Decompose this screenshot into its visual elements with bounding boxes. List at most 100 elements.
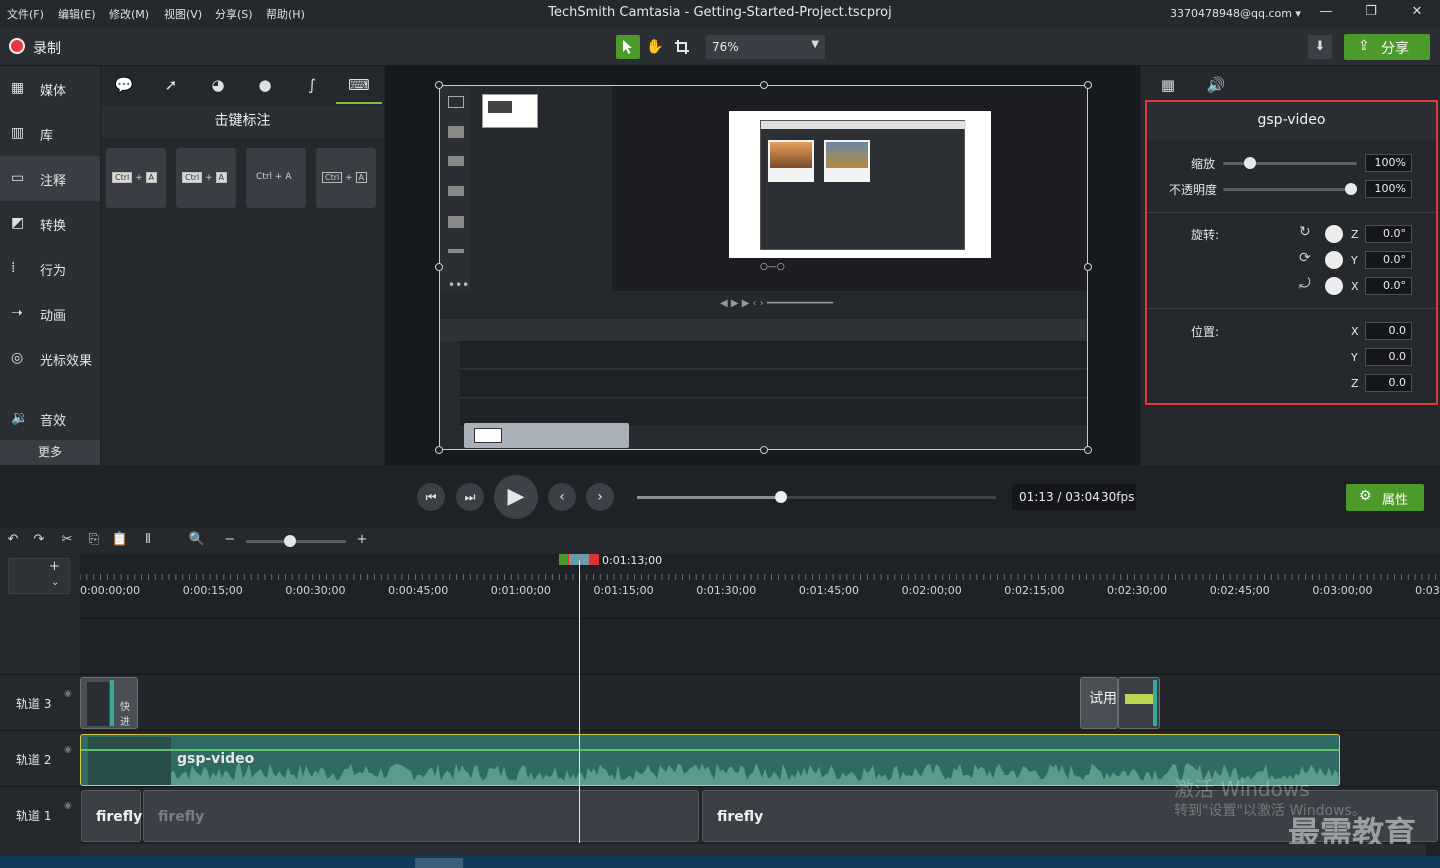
firefly-clip[interactable]: firefly	[81, 790, 142, 842]
tab-visual-properties[interactable]: ▦	[1145, 66, 1191, 104]
scale-input[interactable]: 100%	[1365, 154, 1412, 172]
menu-help[interactable]: 帮助(H)	[266, 6, 305, 22]
resize-handle[interactable]	[1084, 263, 1092, 271]
sidebar-item-animations[interactable]: ➝ 动画	[0, 291, 100, 336]
keystroke-tile[interactable]: Ctrl + A	[106, 148, 166, 208]
resize-handle[interactable]	[1084, 446, 1092, 454]
sidebar-item-cursor-effects[interactable]: ◎ 光标效果	[0, 336, 100, 381]
tab-sketch[interactable]: ∫	[289, 66, 335, 104]
rotation-y-dial[interactable]	[1325, 251, 1343, 269]
cut-icon[interactable]: ✂	[58, 532, 76, 550]
step-back-button[interactable]: ⏮	[417, 483, 445, 511]
crop-tool-button[interactable]	[670, 35, 694, 59]
menu-edit[interactable]: 编辑(E)	[58, 6, 96, 22]
timeline-zoom-track[interactable]	[246, 540, 346, 543]
next-button[interactable]: ›	[586, 483, 614, 511]
opacity-input[interactable]: 100%	[1365, 180, 1412, 198]
zoom-out-icon[interactable]: −	[221, 532, 239, 550]
menu-share[interactable]: 分享(S)	[215, 6, 253, 22]
minimize-button[interactable]: —	[1311, 4, 1341, 24]
redo-icon[interactable]: ↷	[30, 532, 48, 550]
record-button-label[interactable]: 录制	[33, 38, 61, 58]
menu-modify[interactable]: 修改(M)	[109, 6, 149, 22]
tab-shapes[interactable]: ◕	[195, 66, 241, 104]
sidebar-item-library[interactable]: ▥ 库	[0, 111, 100, 156]
sidebar-item-media[interactable]: ▦ 媒体	[0, 66, 100, 111]
account-menu[interactable]: 3370478948@qq.com ▾	[1170, 7, 1301, 20]
tab-callouts[interactable]: 💬	[101, 66, 147, 104]
resize-handle[interactable]	[1084, 81, 1092, 89]
sidebar-item-audio-effects[interactable]: 🔉 音效	[0, 396, 100, 441]
resize-handle[interactable]	[435, 263, 443, 271]
playhead-line[interactable]	[579, 560, 580, 843]
track-header-2[interactable]: 轨道 2 ◉	[0, 730, 80, 786]
rotation-z-dial[interactable]	[1325, 225, 1343, 243]
track-header-3[interactable]: 轨道 3 ◉	[0, 674, 80, 730]
callout-clip[interactable]: 快进	[80, 677, 138, 729]
resize-handle[interactable]	[760, 81, 768, 89]
empty-track-area[interactable]	[80, 618, 1440, 674]
text-clip[interactable]: 试用	[1080, 677, 1118, 729]
play-button[interactable]: ▶	[494, 475, 538, 519]
split-icon[interactable]: ⫴	[139, 532, 157, 550]
scrub-knob[interactable]	[774, 491, 787, 503]
properties-button[interactable]: ⚙ 属性	[1346, 484, 1424, 511]
timeline-zoom-knob[interactable]	[284, 535, 296, 547]
step-forward-button[interactable]: ⏭	[456, 483, 484, 511]
more-button[interactable]: 更多	[0, 440, 100, 465]
video-preview[interactable]: ••• ○—○ ◀ ▶ ▶ ‹ › ━━━━━━━━━━━	[439, 85, 1088, 450]
taskbar-item[interactable]	[415, 858, 463, 868]
resize-handle[interactable]	[435, 446, 443, 454]
keystroke-tile[interactable]: Ctrl + A	[176, 148, 236, 208]
paste-icon[interactable]: 📋	[111, 532, 129, 550]
keystroke-tile[interactable]: Ctrl + A	[316, 148, 376, 208]
search-icon[interactable]: 🔍	[188, 532, 206, 550]
menu-file[interactable]: 文件(F)	[7, 6, 44, 22]
pan-tool-button[interactable]: ✋	[643, 35, 667, 59]
position-z-input[interactable]: 0.0	[1365, 374, 1412, 392]
menu-view[interactable]: 视图(V)	[164, 6, 202, 22]
track-3[interactable]: 快进 试用	[80, 674, 1440, 730]
maximize-button[interactable]: ❐	[1356, 4, 1386, 24]
rotation-z-input[interactable]: 0.0°	[1365, 225, 1412, 243]
copy-icon[interactable]: ⎘	[85, 532, 103, 550]
zoom-in-icon[interactable]: +	[353, 532, 371, 550]
opacity-slider-knob[interactable]	[1345, 183, 1357, 195]
timeline-ruler[interactable]: 0:00:00;00 0:00:15;00 0:00:30;00 0:00:45;00…	[80, 554, 1440, 618]
sidebar-item-behaviors[interactable]: ⁞ 行为	[0, 246, 100, 291]
gsp-video-clip[interactable]: gsp-video	[80, 734, 1340, 786]
download-button[interactable]: ⬇	[1308, 35, 1332, 59]
opacity-slider-track[interactable]	[1223, 188, 1357, 191]
card-handle[interactable]: ○—○	[760, 262, 785, 272]
firefly-clip[interactable]: firefly	[143, 790, 699, 842]
record-icon[interactable]	[9, 38, 25, 54]
canvas-area[interactable]: ••• ○—○ ◀ ▶ ▶ ‹ › ━━━━━━━━━━━	[385, 66, 1140, 465]
previous-button[interactable]: ‹	[548, 483, 576, 511]
scale-slider-knob[interactable]	[1243, 157, 1256, 169]
tab-audio-properties[interactable]: 🔊	[1193, 66, 1239, 104]
tab-blur[interactable]: ●	[242, 66, 288, 104]
sidebar-item-annotations[interactable]: ▭ 注释	[0, 156, 100, 201]
add-track-icon[interactable]: +	[49, 559, 60, 574]
share-button[interactable]: ⇪ 分享	[1344, 34, 1430, 60]
undo-icon[interactable]: ↶	[4, 532, 22, 550]
scrub-track[interactable]	[637, 496, 996, 499]
zoom-select[interactable]: 76% ▼	[706, 35, 825, 59]
position-x-input[interactable]: 0.0	[1365, 322, 1412, 340]
keystroke-tile[interactable]: Ctrl + A	[246, 148, 306, 208]
chevron-down-icon[interactable]: ⌄	[51, 577, 59, 588]
track-header-1[interactable]: 轨道 1 ◉	[0, 786, 80, 842]
rotation-y-input[interactable]: 0.0°	[1365, 251, 1412, 269]
rotation-x-dial[interactable]	[1325, 277, 1343, 295]
resize-handle[interactable]	[760, 446, 768, 454]
resize-handle[interactable]	[435, 81, 443, 89]
rotation-x-input[interactable]: 0.0°	[1365, 277, 1412, 295]
close-button[interactable]: ✕	[1402, 4, 1432, 24]
select-tool-button[interactable]	[616, 35, 640, 59]
eye-icon[interactable]: ◉	[64, 745, 72, 755]
position-y-input[interactable]: 0.0	[1365, 348, 1412, 366]
behavior-clip[interactable]	[1118, 677, 1160, 729]
eye-icon[interactable]: ◉	[64, 801, 72, 811]
timeline-scrollbar[interactable]	[80, 844, 1426, 856]
sidebar-item-transitions[interactable]: ◩ 转换	[0, 201, 100, 246]
